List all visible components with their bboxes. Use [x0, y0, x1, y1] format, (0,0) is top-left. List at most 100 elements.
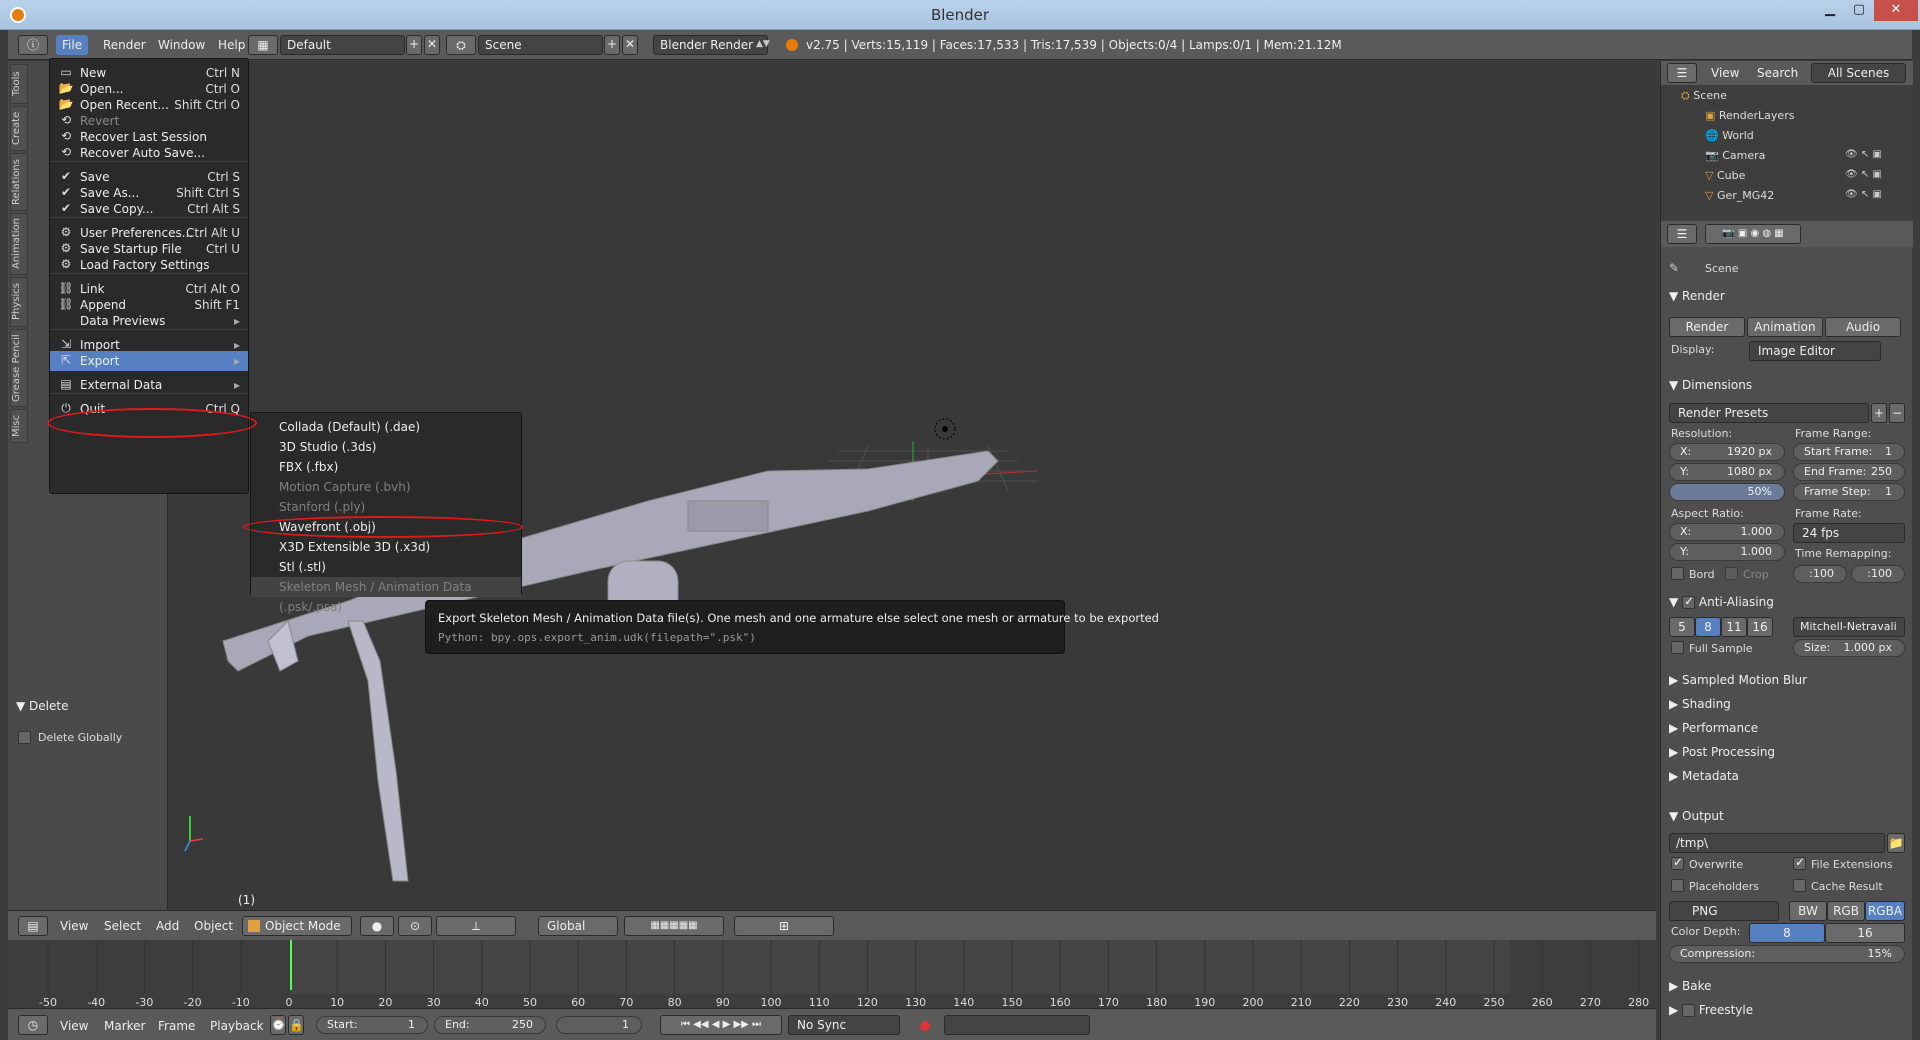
timeline[interactable]: -50 -40 -30 -20 -10 0 10 20 30 40 50 60 70 80 90 100 110…	[8, 940, 1656, 1010]
keying-set-field[interactable]	[944, 1015, 1090, 1035]
dimensions-header[interactable]: ▼ Dimensions	[1669, 378, 1752, 392]
crop-checkbox[interactable]	[1725, 567, 1738, 580]
minimize-button[interactable]: ▁	[1816, 0, 1844, 21]
animation-button[interactable]: Animation	[1747, 317, 1823, 337]
aa-samples-5[interactable]: 5	[1669, 617, 1695, 637]
add-preset-icon[interactable]: +	[1871, 403, 1887, 423]
render-button[interactable]: Render	[1669, 317, 1745, 337]
remap-old-field[interactable]: :100	[1793, 565, 1847, 583]
pivot-select[interactable]: ⊙	[398, 916, 432, 936]
pin-icon[interactable]: ✎	[1669, 261, 1679, 275]
outliner-item[interactable]: ▽ Cube	[1705, 169, 1745, 182]
tl-menu-view[interactable]: View	[60, 1019, 88, 1033]
aa-samples-8[interactable]: 8	[1695, 617, 1721, 637]
shading-select[interactable]: ●	[360, 916, 394, 936]
file-menu-item-recover-auto-save[interactable]: ⟲ Recover Auto Save...	[50, 143, 248, 163]
anti-aliasing-header[interactable]: ▼ Anti-Aliasing	[1669, 594, 1774, 609]
editor-type-icon[interactable]: ⓘ	[18, 35, 48, 55]
output-header[interactable]: ▼ Output	[1669, 809, 1724, 823]
snap-icon[interactable]: ⊞	[734, 916, 834, 936]
cache-result-checkbox[interactable]	[1793, 879, 1806, 892]
close-button[interactable]: ✕	[1874, 0, 1918, 21]
remove-scene-icon[interactable]: ✕	[622, 35, 638, 55]
tl-menu-frame[interactable]: Frame	[158, 1019, 195, 1033]
section-performance[interactable]: ▶ Performance	[1669, 721, 1758, 735]
add-scene-icon[interactable]: +	[604, 35, 620, 55]
tab-tools[interactable]: Tools	[10, 64, 28, 104]
file-menu-item-external-data[interactable]: ▤ External Data ▸	[50, 375, 248, 395]
section-metadata[interactable]: ▶ Metadata	[1669, 769, 1739, 783]
end-frame-field[interactable]: End: 250	[434, 1016, 546, 1034]
outliner-filter-select[interactable]: All Scenes	[1811, 63, 1906, 83]
color-bw[interactable]: BW	[1789, 901, 1827, 921]
outliner-item[interactable]: ⛭ Scene	[1681, 89, 1727, 103]
remove-layout-icon[interactable]: ✕	[424, 35, 440, 55]
tab-relations[interactable]: Relations	[10, 153, 28, 211]
res-y-field[interactable]: Y: 1080 px	[1669, 463, 1785, 481]
depth-8[interactable]: 8	[1749, 923, 1825, 943]
export-item-3[interactable]: Motion Capture (.bvh)	[251, 477, 521, 497]
remap-new-field[interactable]: :100	[1851, 565, 1905, 583]
file-menu-item-export[interactable]: ⇱ Export ▸	[50, 351, 248, 371]
export-item-7[interactable]: Stl (.stl)	[251, 557, 521, 577]
aspect-y-field[interactable]: Y: 1.000	[1669, 543, 1785, 561]
orientation-select[interactable]: Global	[538, 916, 618, 936]
file-format-select[interactable]: PNG	[1669, 901, 1779, 921]
scene-field[interactable]: Scene	[478, 35, 603, 55]
export-item-8[interactable]: Skeleton Mesh / Animation Data (.psk/.ps…	[251, 577, 521, 614]
outliner-item[interactable]: ▽ Ger_MG42	[1705, 189, 1774, 202]
render-section-header[interactable]: ▼ Render	[1669, 289, 1725, 303]
aa-samples-16[interactable]: 16	[1747, 617, 1773, 637]
maximize-button[interactable]: ▢	[1845, 0, 1873, 21]
aa-samples-11[interactable]: 11	[1721, 617, 1747, 637]
audio-button[interactable]: Audio	[1825, 317, 1901, 337]
outliner-item[interactable]: ▣ RenderLayers	[1705, 109, 1794, 122]
record-icon[interactable]	[920, 1021, 930, 1031]
outliner-menu-search[interactable]: Search	[1757, 66, 1798, 80]
tab-grease-pencil[interactable]: Grease Pencil	[10, 329, 28, 407]
aa-filter-select[interactable]: Mitchell-Netravali	[1793, 617, 1905, 637]
menu-file[interactable]: File	[56, 35, 89, 55]
tab-misc[interactable]: Misc	[10, 409, 28, 443]
props-tabs[interactable]: 📷 ▣ ◉ ◍ ▦	[1705, 224, 1801, 244]
frame-step-prop[interactable]: Frame Step: 1	[1793, 483, 1905, 501]
tab-create[interactable]: Create	[10, 106, 28, 151]
visibility-icons[interactable]: 👁 ↖ ▣	[1845, 169, 1882, 180]
output-path-field[interactable]: /tmp\	[1669, 833, 1885, 853]
file-menu-item-load-factory-settings[interactable]: ⚙ Load Factory Settings	[50, 255, 248, 275]
display-select[interactable]: Image Editor	[1749, 341, 1881, 361]
bake-header[interactable]: ▶ Bake	[1669, 979, 1712, 993]
outliner-item[interactable]: 📷 Camera	[1705, 149, 1765, 162]
visibility-icons[interactable]: 👁 ↖ ▣	[1845, 149, 1882, 160]
preview-range-icon[interactable]: ⌚	[270, 1015, 286, 1035]
depth-16[interactable]: 16	[1825, 923, 1905, 943]
export-item-6[interactable]: X3D Extensible 3D (.x3d)	[251, 537, 521, 557]
aspect-x-field[interactable]: X: 1.000	[1669, 523, 1785, 541]
menu-render[interactable]: Render	[103, 38, 146, 52]
manipulator-icon[interactable]: ⟂	[436, 916, 516, 936]
delete-panel-header[interactable]: ▼ Delete	[16, 699, 160, 713]
editor-type-timeline-icon[interactable]: ◷	[18, 1015, 48, 1035]
aa-size-field[interactable]: Size: 1.000 px	[1793, 639, 1905, 657]
color-rgb[interactable]: RGB	[1827, 901, 1865, 921]
screen-layout-field[interactable]: Default	[280, 35, 405, 55]
tl-menu-playback[interactable]: Playback	[210, 1019, 264, 1033]
outliner-item[interactable]: 🌐 World	[1705, 129, 1754, 142]
export-item-1[interactable]: 3D Studio (.3ds)	[251, 437, 521, 457]
menu-select[interactable]: Select	[104, 919, 141, 933]
section-post-processing[interactable]: ▶ Post Processing	[1669, 745, 1775, 759]
section-shading[interactable]: ▶ Shading	[1669, 697, 1731, 711]
menu-object[interactable]: Object	[194, 919, 233, 933]
editor-type-3d-icon[interactable]: ▤	[18, 916, 48, 936]
visibility-icons[interactable]: 👁 ↖ ▣	[1845, 189, 1882, 200]
playback-controls[interactable]: ⏮ ◀◀ ◀ ▶ ▶▶ ⏭	[660, 1015, 782, 1035]
res-percent-field[interactable]: 50%	[1669, 483, 1785, 501]
section-sampled-motion-blur[interactable]: ▶ Sampled Motion Blur	[1669, 673, 1807, 687]
editor-type-outliner-icon[interactable]: ☰	[1667, 63, 1697, 83]
editor-type-props-icon[interactable]: ☰	[1667, 224, 1697, 244]
file-ext-checkbox[interactable]	[1793, 855, 1806, 870]
sync-select[interactable]: No Sync	[788, 1015, 900, 1035]
browse-folder-icon[interactable]: 📁	[1887, 833, 1905, 853]
start-frame-field[interactable]: Start: 1	[316, 1016, 428, 1034]
res-x-field[interactable]: X: 1920 px	[1669, 443, 1785, 461]
